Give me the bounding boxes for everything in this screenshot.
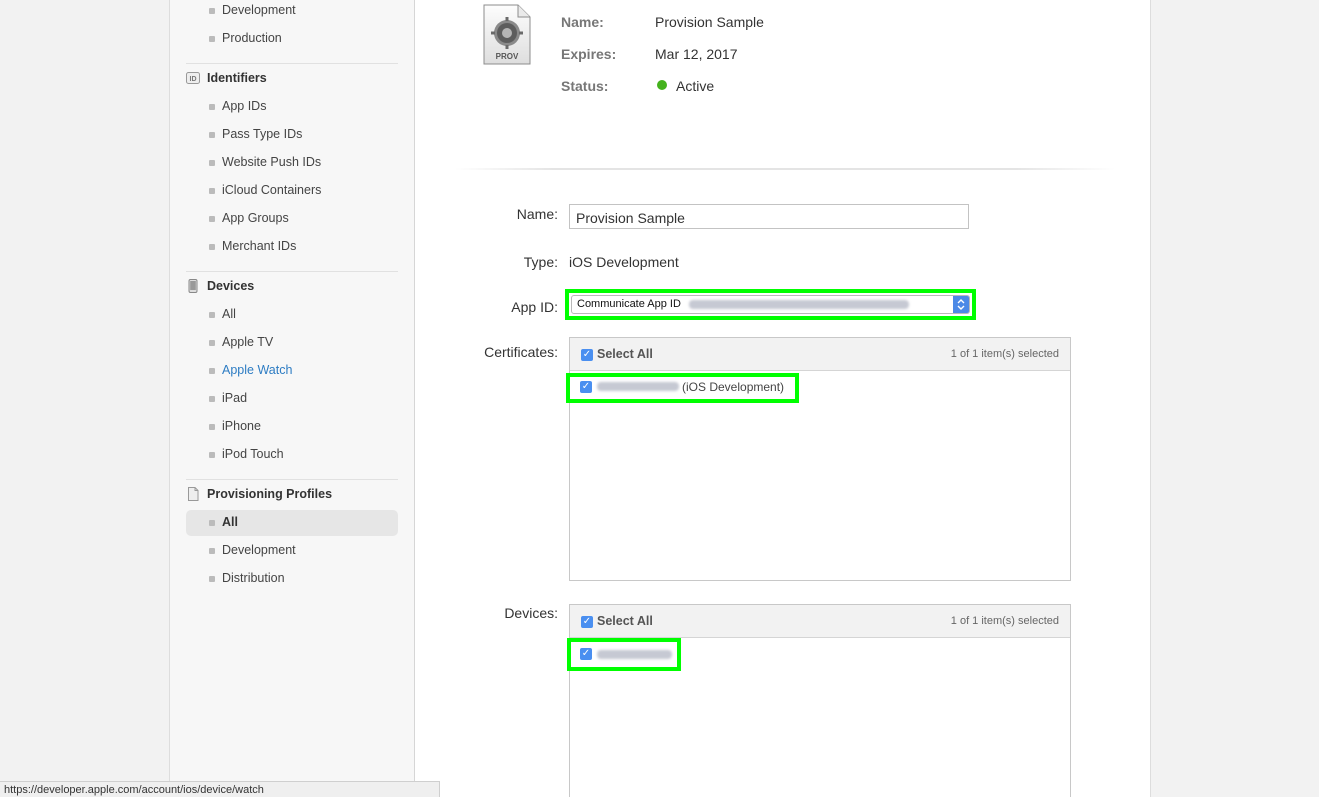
bullet-icon — [209, 36, 215, 42]
devices-list: ✓ Select All 1 of 1 item(s) selected — [569, 604, 1071, 797]
summary-expires-value: Mar 12, 2017 — [655, 46, 738, 62]
certificate-item-label: (iOS Development) — [682, 380, 785, 394]
svg-text:ID: ID — [190, 76, 197, 83]
sidebar-section-provisioning-profiles: Provisioning Profiles — [186, 484, 398, 506]
form-name-label: Name: — [516, 206, 558, 222]
bullet-icon — [209, 104, 215, 110]
bullet-icon — [209, 368, 215, 374]
sidebar-item-merchant-ids[interactable]: Merchant IDs — [186, 234, 398, 260]
select-all-certificates-label: Select All — [597, 347, 653, 361]
profile-name-input[interactable]: Provision Sample — [569, 204, 969, 229]
chevron-updown-icon — [953, 296, 969, 313]
bullet-icon — [209, 424, 215, 430]
certificates-list-header: ✓ Select All 1 of 1 item(s) selected — [570, 338, 1070, 371]
browser-viewport: Development Production ID Identifiers Ap… — [0, 0, 1319, 797]
bullet-icon — [209, 340, 215, 346]
bullet-icon — [209, 160, 215, 166]
summary-status-label: Status: — [561, 78, 609, 94]
devices-list-header: ✓ Select All 1 of 1 item(s) selected — [570, 605, 1070, 638]
bullet-icon — [209, 548, 215, 554]
sidebar-divider — [186, 479, 398, 480]
device-item-checkbox[interactable]: ✓ — [580, 648, 592, 660]
sidebar-item-profiles-all[interactable]: All — [186, 510, 398, 536]
sidebar-item-icloud-containers[interactable]: iCloud Containers — [186, 178, 398, 204]
sidebar-divider — [186, 271, 398, 272]
select-all-devices-checkbox[interactable]: ✓ — [581, 616, 593, 628]
bullet-icon — [209, 520, 215, 526]
document-icon — [188, 487, 199, 501]
certificates-selected-count: 1 of 1 item(s) selected — [950, 348, 1059, 360]
sidebar-item-ipad[interactable]: iPad — [186, 386, 398, 412]
sidebar-item-apple-watch[interactable]: Apple Watch — [186, 358, 398, 384]
sidebar-item-website-push-ids[interactable]: Website Push IDs — [186, 150, 398, 176]
bullet-icon — [209, 244, 215, 250]
summary-expires-label: Expires: — [561, 46, 617, 62]
device-icon — [188, 279, 198, 293]
select-all-devices-label: Select All — [597, 614, 653, 628]
redacted-device-name — [597, 650, 672, 659]
bullet-icon — [209, 132, 215, 138]
sidebar-item-certificates-development[interactable]: Development — [186, 0, 398, 24]
sidebar-item-pass-type-ids[interactable]: Pass Type IDs — [186, 122, 398, 148]
redacted-certificate-name — [597, 382, 679, 391]
redacted-app-id — [689, 300, 909, 309]
bullet-icon — [209, 216, 215, 222]
sidebar-item-iphone[interactable]: iPhone — [186, 414, 398, 440]
bullet-icon — [209, 8, 215, 14]
sidebar-item-ipod-touch[interactable]: iPod Touch — [186, 442, 398, 468]
sidebar-item-certificates-production[interactable]: Production — [186, 26, 398, 52]
sidebar-item-apple-tv[interactable]: Apple TV — [186, 330, 398, 356]
sidebar-section-devices: Devices — [186, 276, 398, 298]
form-type-value: iOS Development — [569, 254, 679, 270]
devices-selected-count: 1 of 1 item(s) selected — [950, 615, 1059, 627]
sidebar-item-profiles-development[interactable]: Development — [186, 538, 398, 564]
select-all-certificates-checkbox[interactable]: ✓ — [581, 349, 593, 361]
sidebar-item-devices-all[interactable]: All — [186, 302, 398, 328]
profile-icon-label: PROV — [495, 52, 519, 61]
app-id-select[interactable]: Communicate App ID — [571, 295, 970, 314]
form-devices-label: Devices: — [504, 605, 558, 621]
summary-status-value: Active — [676, 78, 715, 94]
sidebar-item-profiles-distribution[interactable]: Distribution — [186, 566, 398, 592]
bullet-icon — [209, 576, 215, 582]
status-dot-icon — [657, 80, 667, 90]
form-appid-label: App ID: — [511, 299, 558, 315]
bullet-icon — [209, 452, 215, 458]
bullet-icon — [209, 396, 215, 402]
summary-name-value: Provision Sample — [655, 14, 764, 30]
app-id-selected-value: Communicate App ID — [577, 298, 681, 310]
bullet-icon — [209, 312, 215, 318]
form-type-label: Type: — [523, 254, 558, 270]
browser-status-url: https://developer.apple.com/account/ios/… — [0, 781, 440, 797]
sidebar-item-app-groups[interactable]: App Groups — [186, 206, 398, 232]
sidebar: Development Production ID Identifiers Ap… — [169, 0, 415, 797]
bullet-icon — [209, 188, 215, 194]
summary-name-label: Name: — [561, 14, 604, 30]
form-certificates-label: Certificates: — [484, 344, 558, 360]
sidebar-item-app-ids[interactable]: App IDs — [186, 94, 398, 120]
section-separator — [455, 168, 1115, 170]
sidebar-divider — [186, 63, 398, 64]
sidebar-section-identifiers: ID Identifiers — [186, 68, 398, 90]
certificate-item-checkbox[interactable]: ✓ — [580, 381, 592, 393]
id-icon: ID — [186, 72, 200, 84]
